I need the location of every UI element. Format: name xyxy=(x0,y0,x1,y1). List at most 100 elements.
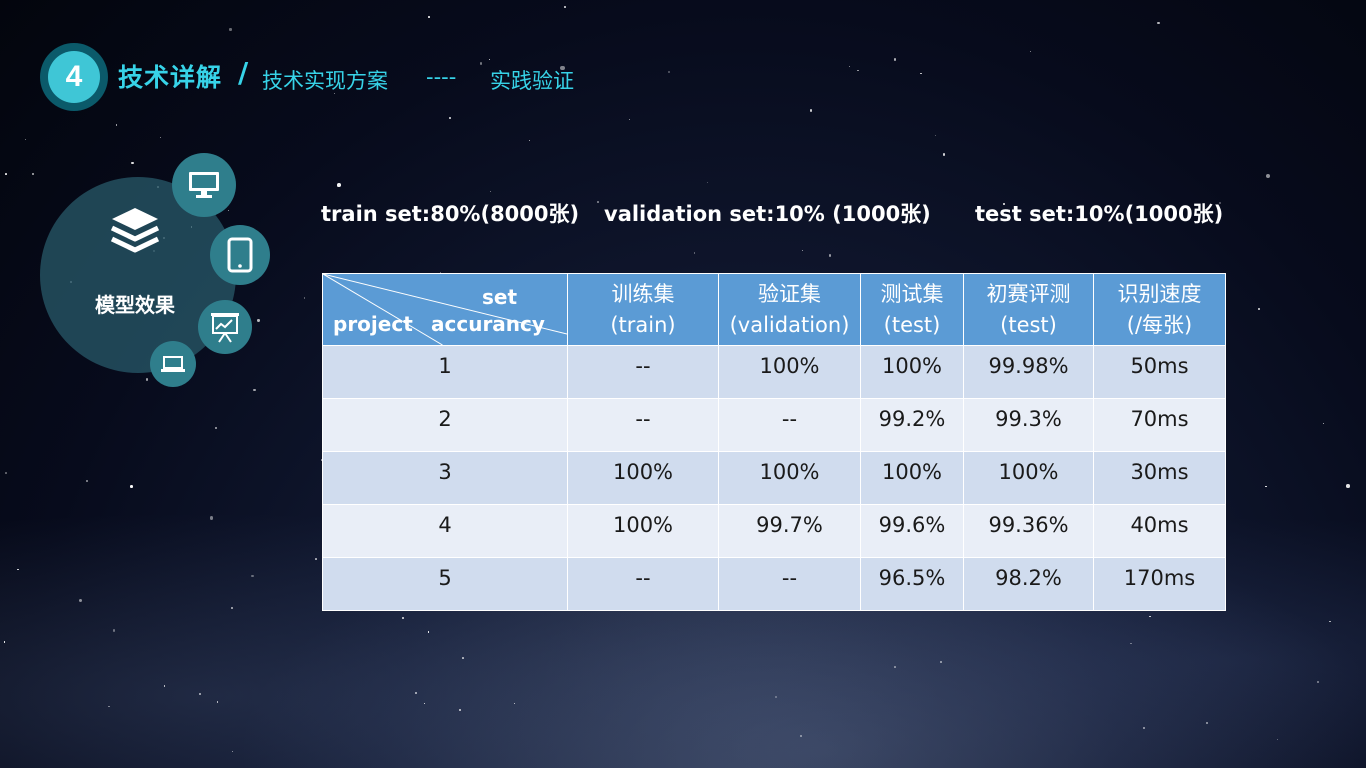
table-corner-header: set project accurancy xyxy=(322,273,568,346)
star xyxy=(257,319,260,322)
star xyxy=(529,140,531,142)
column-header-test: 测试集 (test) xyxy=(860,273,964,346)
star xyxy=(488,58,491,61)
star xyxy=(479,62,483,65)
tablet-icon-circle xyxy=(210,225,270,285)
cell-train: -- xyxy=(567,345,719,399)
star xyxy=(5,472,7,474)
star xyxy=(828,254,831,257)
star xyxy=(693,251,696,254)
title-separator: / xyxy=(238,56,249,89)
star xyxy=(337,185,339,188)
star xyxy=(131,161,134,165)
cell-validation: -- xyxy=(718,398,861,452)
star xyxy=(214,427,217,430)
table-row: 1 -- 100% 100% 99.98% 50ms xyxy=(322,345,1226,399)
cell-speed: 50ms xyxy=(1093,345,1226,399)
cell-preliminary-test: 100% xyxy=(963,451,1094,505)
star xyxy=(17,568,19,570)
tablet-icon xyxy=(227,237,253,273)
cell-speed: 40ms xyxy=(1093,504,1226,558)
cell-test: 100% xyxy=(860,451,964,505)
column-header-speed: 识别速度 (/每张) xyxy=(1093,273,1226,346)
star xyxy=(423,702,426,705)
test-set-info: test set:10%(1000张) xyxy=(975,202,1224,226)
star xyxy=(428,16,431,19)
presentation-icon-circle xyxy=(198,300,252,354)
star xyxy=(145,378,148,381)
cell-validation: 100% xyxy=(718,451,861,505)
star xyxy=(216,701,219,703)
star xyxy=(894,665,896,668)
star xyxy=(1129,642,1132,645)
star xyxy=(78,598,82,602)
cell-test: 99.2% xyxy=(860,398,964,452)
star xyxy=(4,173,7,176)
star xyxy=(1257,307,1260,310)
page-subtitle: 技术实现方案 xyxy=(262,69,388,93)
star xyxy=(810,109,813,112)
cell-test: 100% xyxy=(860,345,964,399)
star xyxy=(449,117,452,119)
model-effect-label: 模型效果 xyxy=(95,293,175,317)
table-row: 4 100% 99.7% 99.6% 99.36% 40ms xyxy=(322,504,1226,558)
star xyxy=(31,172,35,176)
star xyxy=(251,574,254,578)
star xyxy=(1316,680,1319,683)
section-badge: 4 xyxy=(40,43,108,111)
subtitle-dashes: ---- xyxy=(426,65,457,89)
cell-validation: 100% xyxy=(718,345,861,399)
cell-train: 100% xyxy=(567,504,719,558)
table-row: 3 100% 100% 100% 100% 30ms xyxy=(322,451,1226,505)
star xyxy=(462,657,465,659)
layers-icon xyxy=(110,208,160,253)
cell-preliminary-test: 98.2% xyxy=(963,557,1094,611)
train-set-info: train set:80%(8000张) xyxy=(321,202,580,226)
cell-project: 3 xyxy=(322,451,568,505)
star xyxy=(1206,722,1209,725)
star xyxy=(108,705,110,708)
cell-speed: 170ms xyxy=(1093,557,1226,611)
cell-preliminary-test: 99.98% xyxy=(963,345,1094,399)
results-table: set project accurancy 训练集 (train) 验证集 (val… xyxy=(322,273,1226,611)
star xyxy=(775,696,778,699)
cell-test: 96.5% xyxy=(860,557,964,611)
star xyxy=(1265,174,1270,179)
cell-project: 4 xyxy=(322,504,568,558)
star xyxy=(848,65,850,67)
star xyxy=(427,631,430,633)
table-row: 5 -- -- 96.5% 98.2% 170ms xyxy=(322,557,1226,611)
cell-preliminary-test: 99.3% xyxy=(963,398,1094,452)
star xyxy=(857,69,859,72)
laptop-icon-circle xyxy=(150,341,196,387)
star xyxy=(85,480,88,483)
star xyxy=(800,735,803,738)
star xyxy=(112,629,116,632)
validation-set-info: validation set:10% (1000张) xyxy=(604,202,931,226)
star xyxy=(401,617,404,620)
monitor-icon-circle xyxy=(172,153,236,217)
star xyxy=(934,134,936,136)
star xyxy=(1265,485,1267,487)
star xyxy=(942,153,945,156)
star xyxy=(130,485,133,488)
star xyxy=(1329,620,1331,623)
star xyxy=(209,515,214,520)
star xyxy=(227,210,229,212)
star xyxy=(231,751,234,753)
star xyxy=(668,70,671,73)
star xyxy=(163,685,166,687)
cell-preliminary-test: 99.36% xyxy=(963,504,1094,558)
page-subtitle-secondary: 实践验证 xyxy=(490,69,574,93)
cell-validation: -- xyxy=(718,557,861,611)
star xyxy=(115,124,118,127)
cell-project: 5 xyxy=(322,557,568,611)
column-header-preliminary-test: 初赛评测 (test) xyxy=(963,273,1094,346)
cell-speed: 70ms xyxy=(1093,398,1226,452)
star xyxy=(1157,22,1160,25)
cell-test: 99.6% xyxy=(860,504,964,558)
star xyxy=(159,136,162,138)
column-header-train: 训练集 (train) xyxy=(567,273,719,346)
star xyxy=(315,558,317,560)
star xyxy=(1277,739,1279,741)
